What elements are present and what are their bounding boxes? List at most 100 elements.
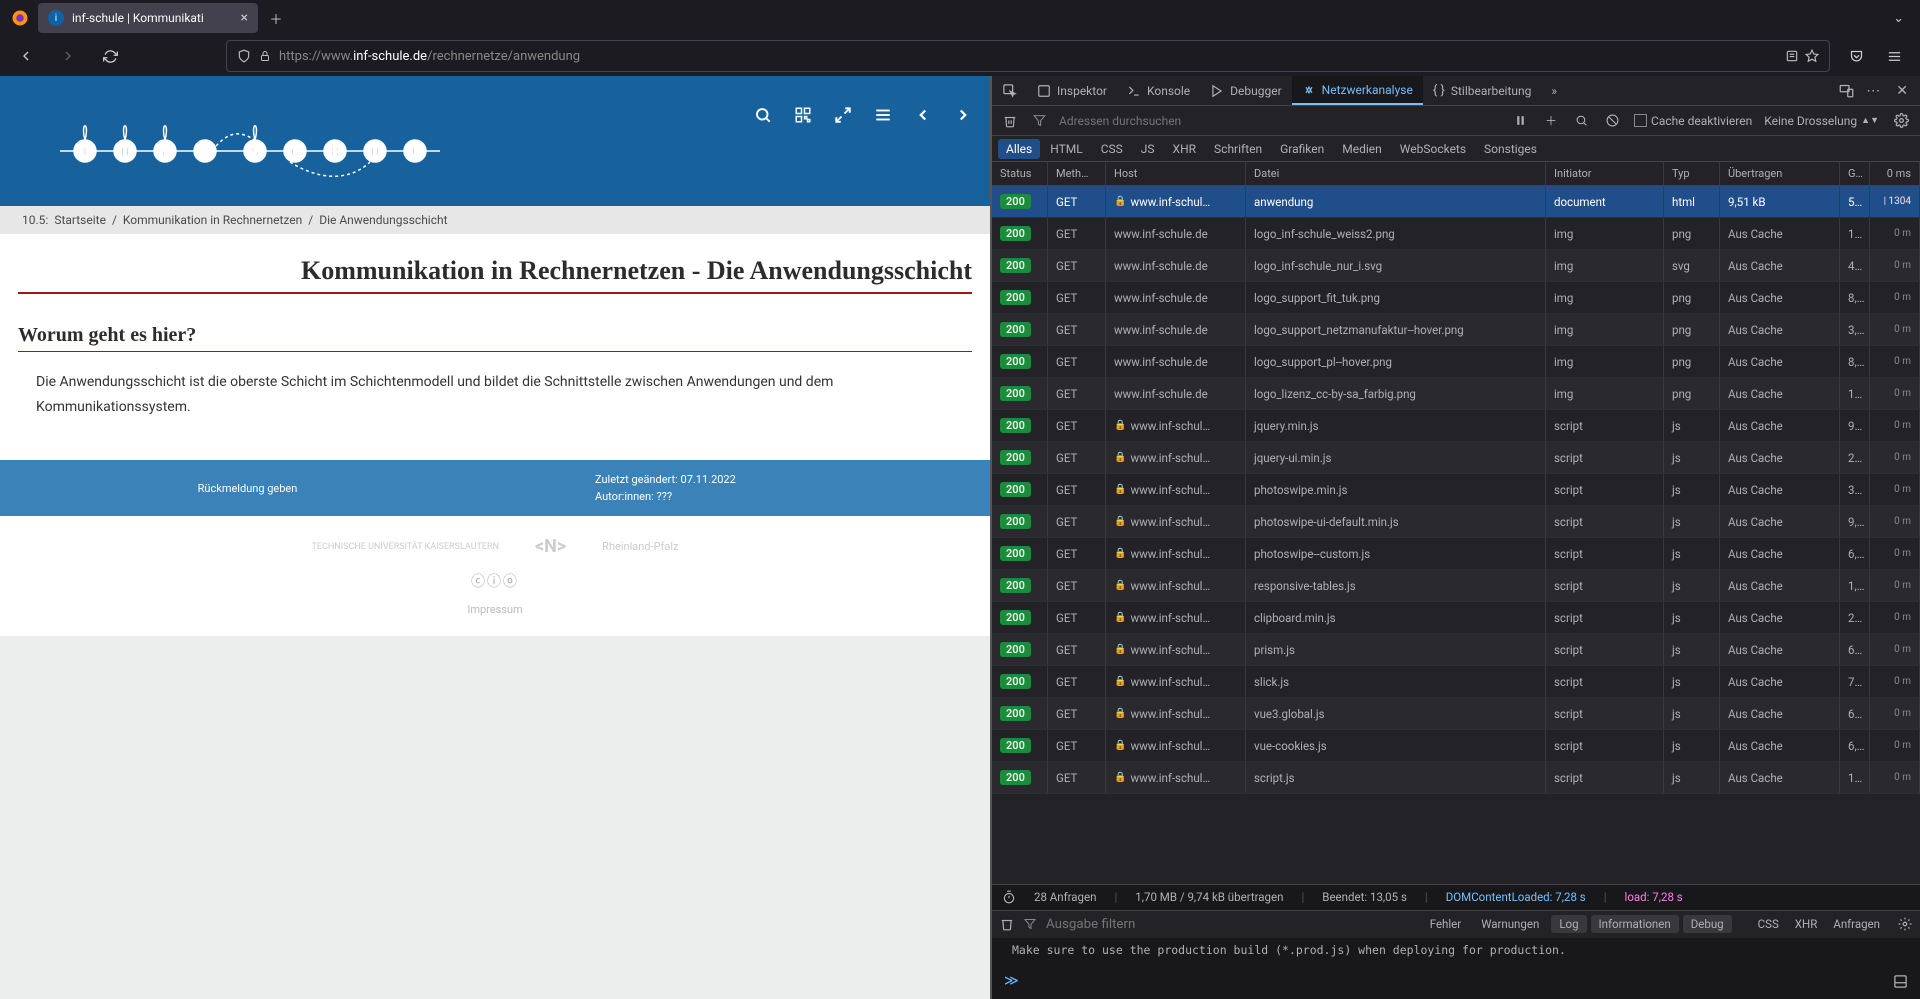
- throttle-select[interactable]: Keine Drosselung ▲▼: [1764, 114, 1879, 128]
- sponsor-logo[interactable]: TECHNISCHE UNIVERSITÄT KAISERSLAUTERN: [312, 542, 499, 552]
- menu-icon[interactable]: [1878, 40, 1910, 72]
- table-row[interactable]: 200GET🔒www.inf-schul…jquery.min.jsscript…: [992, 410, 1920, 442]
- table-row[interactable]: 200GET🔒www.inf-schul…script.jsscriptjsAu…: [992, 762, 1920, 794]
- stopwatch-icon[interactable]: [1002, 890, 1016, 904]
- tab-network[interactable]: Netzwerkanalyse: [1292, 76, 1423, 105]
- reader-icon[interactable]: [1785, 49, 1799, 63]
- filter-sonstiges[interactable]: Sonstiges: [1476, 139, 1545, 159]
- col-waterfall[interactable]: 0 ms: [1870, 162, 1920, 185]
- filter-css[interactable]: CSS: [1093, 139, 1131, 159]
- filter-xhr[interactable]: XHR: [1165, 139, 1204, 159]
- filter-alles[interactable]: Alles: [998, 139, 1040, 159]
- search-icon[interactable]: [754, 106, 772, 124]
- table-row[interactable]: 200GET🔒www.inf-schul…vue-cookies.jsscrip…: [992, 730, 1920, 762]
- browser-tab[interactable]: i inf-schule | Kommunikati ×: [38, 3, 258, 33]
- fullscreen-icon[interactable]: [834, 106, 852, 124]
- hamburger-icon[interactable]: [874, 106, 892, 124]
- funnel-icon[interactable]: [1024, 918, 1036, 930]
- filter-schriften[interactable]: Schriften: [1206, 139, 1270, 159]
- kebab-icon[interactable]: ⋯: [1862, 83, 1884, 99]
- table-row[interactable]: 200GET🔒www.inf-schul…prism.jsscriptjsAus…: [992, 634, 1920, 666]
- table-row[interactable]: 200GETwww.inf-schule.delogo_lizenz_cc-by…: [992, 378, 1920, 410]
- forward-button[interactable]: [52, 40, 84, 72]
- reload-button[interactable]: [94, 40, 126, 72]
- tab-style[interactable]: { }Stilbearbeitung: [1423, 76, 1542, 105]
- split-console-icon[interactable]: [1893, 974, 1908, 989]
- console-pill-informationen[interactable]: Informationen: [1591, 915, 1679, 933]
- table-row[interactable]: 200GET🔒www.inf-schul…responsive-tables.j…: [992, 570, 1920, 602]
- breadcrumb-link[interactable]: Kommunikation in Rechnernetzen: [123, 213, 302, 227]
- plus-icon[interactable]: ＋: [1542, 112, 1560, 129]
- col-transferred[interactable]: Übertragen: [1720, 162, 1840, 185]
- url-filter-input[interactable]: [1059, 114, 1259, 128]
- responsive-icon[interactable]: [1839, 83, 1854, 98]
- sponsor-logo[interactable]: Rheinland-Pfalz: [602, 540, 678, 553]
- tab-more[interactable]: »: [1541, 76, 1567, 105]
- col-type[interactable]: Typ: [1664, 162, 1720, 185]
- console-toggle-xhr[interactable]: XHR: [1789, 917, 1824, 931]
- firefox-icon[interactable]: [6, 4, 34, 32]
- gear-icon[interactable]: [1890, 917, 1912, 931]
- console-toggle-anfragen[interactable]: Anfragen: [1827, 917, 1886, 931]
- element-picker-button[interactable]: [992, 76, 1027, 105]
- tab-inspector[interactable]: Inspektor: [1027, 76, 1117, 105]
- trash-icon[interactable]: [1000, 114, 1020, 128]
- close-icon[interactable]: ×: [241, 10, 248, 26]
- table-row[interactable]: 200GETwww.inf-schule.delogo_inf-schule_n…: [992, 250, 1920, 282]
- col-host[interactable]: Host: [1106, 162, 1246, 185]
- table-row[interactable]: 200GETwww.inf-schule.delogo_support_fit_…: [992, 282, 1920, 314]
- impressum-link[interactable]: Impressum: [0, 603, 990, 616]
- pause-icon[interactable]: [1511, 114, 1530, 127]
- table-row[interactable]: 200GET🔒www.inf-schul…anwendungdocumentht…: [992, 186, 1920, 218]
- filter-websockets[interactable]: WebSockets: [1392, 139, 1474, 159]
- qr-icon[interactable]: [794, 106, 812, 124]
- console-prompt[interactable]: ≫: [992, 963, 1920, 999]
- table-row[interactable]: 200GET🔒www.inf-schul…vue3.global.jsscrip…: [992, 698, 1920, 730]
- bookmark-icon[interactable]: [1805, 49, 1819, 63]
- console-filter-input[interactable]: [1046, 917, 1226, 932]
- new-tab-button[interactable]: ＋: [262, 4, 290, 32]
- console-pill-fehler[interactable]: Fehler: [1422, 915, 1469, 933]
- gear-icon[interactable]: [1891, 113, 1912, 128]
- table-row[interactable]: 200GETwww.inf-schule.delogo_support_netz…: [992, 314, 1920, 346]
- tab-console[interactable]: Konsole: [1117, 76, 1200, 105]
- console-toggle-css[interactable]: CSS: [1752, 917, 1785, 931]
- cc-license-icon[interactable]: ⓒⓘⓞ: [0, 571, 990, 591]
- next-icon[interactable]: [954, 106, 972, 124]
- sponsor-logo[interactable]: <N>: [535, 536, 566, 557]
- search-icon[interactable]: [1572, 114, 1591, 127]
- tab-debugger[interactable]: Debugger: [1200, 76, 1292, 105]
- table-row[interactable]: 200GET🔒www.inf-schul…jquery-ui.min.jsscr…: [992, 442, 1920, 474]
- filter-html[interactable]: HTML: [1042, 139, 1091, 159]
- table-row[interactable]: 200GET🔒www.inf-schul…photoswipe--custom.…: [992, 538, 1920, 570]
- url-field[interactable]: https://www.inf-schule.de/rechnernetze/a…: [226, 40, 1830, 72]
- col-initiator[interactable]: Initiator: [1546, 162, 1664, 185]
- col-status[interactable]: Status: [992, 162, 1048, 185]
- table-row[interactable]: 200GET🔒www.inf-schul…clipboard.min.jsscr…: [992, 602, 1920, 634]
- chevron-down-icon[interactable]: ⌄: [1883, 11, 1914, 26]
- table-row[interactable]: 200GET🔒www.inf-schul…photoswipe-ui-defau…: [992, 506, 1920, 538]
- prev-icon[interactable]: [914, 106, 932, 124]
- col-method[interactable]: Meth…: [1048, 162, 1106, 185]
- site-logo[interactable]: I N F - S C H U L E: [30, 96, 440, 186]
- table-row[interactable]: 200GET🔒www.inf-schul…slick.jsscriptjsAus…: [992, 666, 1920, 698]
- console-pill-warnungen[interactable]: Warnungen: [1473, 915, 1547, 933]
- trash-icon[interactable]: [1000, 917, 1014, 931]
- feedback-link[interactable]: Rückmeldung geben: [198, 482, 298, 495]
- breadcrumb-link[interactable]: Startseite: [54, 213, 106, 227]
- back-button[interactable]: [10, 40, 42, 72]
- cache-checkbox[interactable]: Cache deaktivieren: [1634, 114, 1752, 128]
- filter-js[interactable]: JS: [1133, 139, 1163, 159]
- filter-grafiken[interactable]: Grafiken: [1272, 139, 1332, 159]
- col-file[interactable]: Datei: [1246, 162, 1546, 185]
- filter-medien[interactable]: Medien: [1334, 139, 1390, 159]
- close-devtools-icon[interactable]: ✕: [1892, 83, 1912, 99]
- col-size[interactable]: G…: [1840, 162, 1870, 185]
- table-row[interactable]: 200GETwww.inf-schule.delogo_inf-schule_w…: [992, 218, 1920, 250]
- funnel-icon[interactable]: [1030, 114, 1049, 127]
- console-pill-log[interactable]: Log: [1551, 915, 1586, 933]
- table-row[interactable]: 200GETwww.inf-schule.delogo_support_pl--…: [992, 346, 1920, 378]
- pocket-icon[interactable]: [1840, 40, 1872, 72]
- table-row[interactable]: 200GET🔒www.inf-schul…photoswipe.min.jssc…: [992, 474, 1920, 506]
- console-pill-debug[interactable]: Debug: [1683, 915, 1732, 933]
